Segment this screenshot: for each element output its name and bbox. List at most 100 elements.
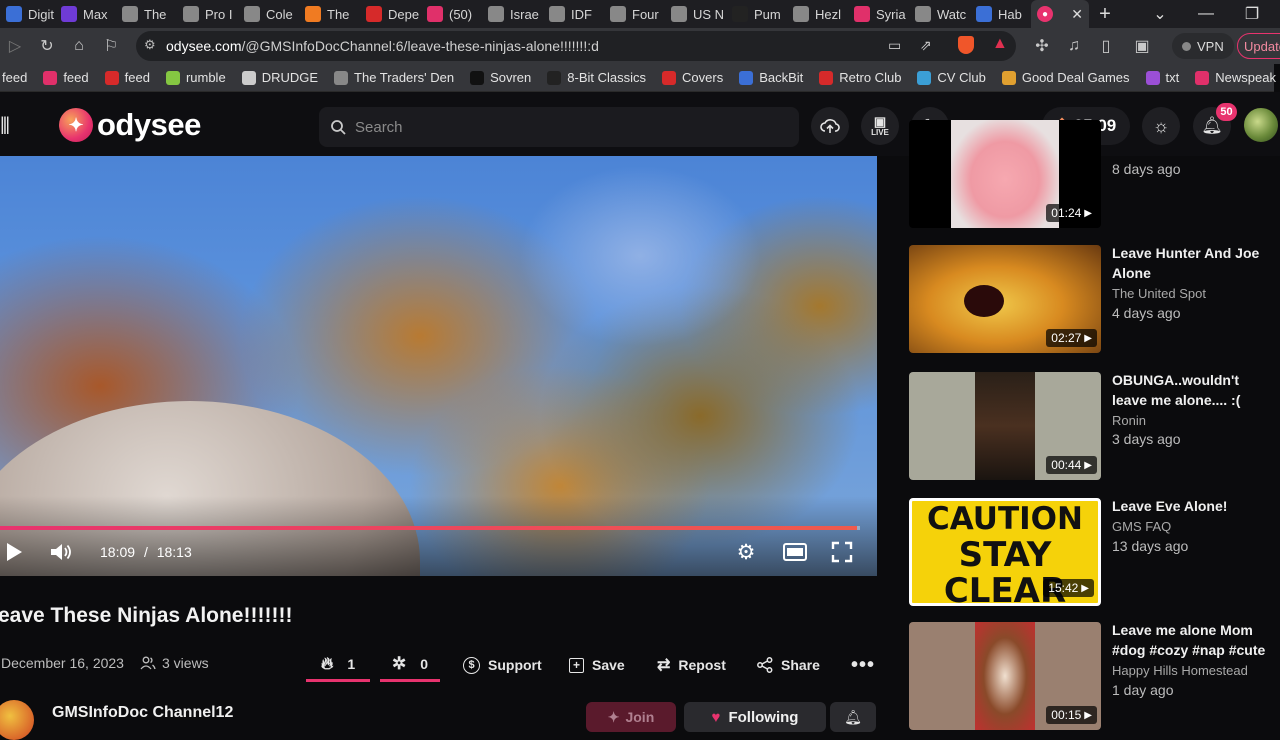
video-player[interactable] [0, 156, 877, 576]
recommendation-channel[interactable]: The United Spot [1112, 286, 1206, 301]
recommendation-channel[interactable]: GMS FAQ [1112, 519, 1171, 534]
recommendation-item[interactable]: CAUTION STAY CLEAR 15:42 ▶ Leave Eve Alon… [909, 498, 1269, 606]
bookmark-item[interactable]: Good Deal Games [994, 64, 1138, 92]
recommendation-title[interactable]: OBUNGA..wouldn't leave me alone.... :( [1112, 370, 1272, 410]
close-tab-icon[interactable]: ✕ [1071, 6, 1083, 23]
browser-tab[interactable]: Max [55, 0, 116, 28]
browser-tab[interactable]: Watc [909, 0, 970, 28]
recommendation-item[interactable]: 00:15 ▶ Leave me alone Mom #dog #cozy #na… [909, 622, 1269, 730]
recommendation-item[interactable]: 00:44 ▶ OBUNGA..wouldn't leave me alone..… [909, 372, 1269, 480]
bookmark-item[interactable]: DRUDGE [234, 64, 326, 92]
recommendation-thumbnail[interactable]: 02:27 ▶ [909, 245, 1101, 353]
logo[interactable]: ✦ odysee [59, 107, 201, 143]
browser-tab[interactable]: Hab [970, 0, 1031, 28]
theater-mode-icon[interactable] [782, 541, 808, 563]
cast-icon[interactable]: ▭ [888, 37, 901, 54]
recommendation-thumbnail[interactable]: 01:24 ▶ [909, 120, 1101, 228]
bookmark-item[interactable]: feed [97, 64, 158, 92]
browser-tab[interactable]: Israe [482, 0, 543, 28]
bookmark-item[interactable]: Retro Club [811, 64, 909, 92]
address-bar[interactable]: ⚙ odysee.com/@GMSInfoDocChannel:6/leave-… [136, 31, 1016, 61]
settings-gear-icon[interactable]: ⚙ [734, 540, 758, 564]
bookmark-item[interactable]: 8-Bit Classics [539, 64, 654, 92]
more-options-icon[interactable]: ••• [851, 648, 875, 682]
save-button[interactable]: + Save [569, 648, 625, 682]
bookmark-label: CV Club [937, 70, 986, 85]
bookmark-item[interactable]: The Traders' Den [326, 64, 462, 92]
video-progress-bar[interactable] [0, 526, 860, 530]
wallet-icon[interactable]: ▣ [1127, 31, 1157, 61]
recommendation-channel[interactable]: Ronin [1112, 413, 1146, 428]
recommendation-item[interactable]: 02:27 ▶ Leave Hunter And Joe Alone The Un… [909, 245, 1269, 353]
slime-reaction-button[interactable]: ✲ 0 [380, 648, 440, 682]
sidebar-icon[interactable]: ▯ [1091, 31, 1121, 61]
channel-avatar[interactable] [0, 700, 34, 740]
recommendation-title[interactable]: Leave Hunter And Joe Alone [1112, 243, 1272, 283]
new-tab-button[interactable]: + [1089, 0, 1121, 28]
upload-icon[interactable] [811, 107, 849, 145]
reload-icon[interactable]: ↻ [32, 31, 62, 61]
notify-bell-button[interactable]: 🔔︎ [830, 702, 876, 732]
recommendation-channel[interactable]: Happy Hills Homestead [1112, 663, 1248, 678]
search-placeholder: Search [355, 118, 403, 136]
forward-icon[interactable]: ▷ [0, 31, 30, 61]
browser-tab[interactable]: Hezl [787, 0, 848, 28]
repost-button[interactable]: ⇄ Repost [657, 648, 726, 682]
browser-tab[interactable]: US N [665, 0, 726, 28]
recommendation-title[interactable]: Leave Eve Alone! [1112, 496, 1272, 516]
recommendation-title[interactable]: Leave me alone Mom #dog #cozy #nap #cute [1112, 620, 1272, 660]
brave-shields-icon[interactable] [958, 36, 974, 54]
bookmark-item[interactable]: Covers [654, 64, 731, 92]
bookmark-item[interactable]: BackBit [731, 64, 811, 92]
browser-tab[interactable]: Syria [848, 0, 909, 28]
menu-icon[interactable]: ||| [0, 114, 10, 135]
bookmark-item[interactable]: Newspeak [1187, 64, 1280, 92]
browser-tab[interactable]: Pum [726, 0, 787, 28]
recommendation-thumbnail[interactable]: 00:15 ▶ [909, 622, 1101, 730]
media-icon[interactable]: ♫ [1059, 31, 1089, 61]
home-icon[interactable]: ⌂ [64, 31, 94, 61]
fire-reaction-button[interactable]: 🔥︎ 1 [306, 648, 370, 682]
extensions-icon[interactable]: ✣ [1027, 31, 1057, 61]
bookmark-item[interactable]: feed [35, 64, 96, 92]
restore-window-button[interactable]: ❐ [1229, 0, 1275, 28]
go-live-icon[interactable]: ▣ LIVE [861, 107, 899, 145]
search-input[interactable]: Search [319, 107, 799, 147]
camera-icon: ▣ [873, 113, 887, 129]
recommendation-thumbnail[interactable]: CAUTION STAY CLEAR 15:42 ▶ [909, 498, 1101, 606]
bookmark-item[interactable]: feed [0, 64, 35, 92]
bookmark-item[interactable]: Sovren [462, 64, 539, 92]
vpn-button[interactable]: VPN [1172, 33, 1234, 59]
tab-search-chevron-icon[interactable]: ⌄ [1137, 0, 1183, 28]
join-button[interactable]: ✦ Join [586, 702, 676, 732]
fullscreen-icon[interactable] [830, 540, 854, 564]
browser-tab[interactable]: IDF [543, 0, 604, 28]
channel-name[interactable]: GMSInfoDoc Channel12 [52, 704, 233, 722]
site-info-icon[interactable]: ⚙ [144, 37, 156, 53]
browser-tab[interactable]: Pro I [177, 0, 238, 28]
browser-tab[interactable]: Cole [238, 0, 299, 28]
recommendation-item[interactable]: 01:24 ▶ 8 days ago [909, 120, 1269, 228]
browser-tab[interactable]: Digit [0, 0, 55, 28]
active-tab[interactable]: ● ✕ [1031, 0, 1089, 28]
recommendation-thumbnail[interactable]: 00:44 ▶ [909, 372, 1101, 480]
play-button[interactable] [2, 540, 26, 564]
share-page-icon[interactable]: ⇗ [920, 37, 932, 54]
share-button[interactable]: Share [757, 648, 820, 682]
bookmark-item[interactable]: CV Club [909, 64, 993, 92]
bookmark-item[interactable]: txt [1138, 64, 1188, 92]
volume-icon[interactable] [48, 540, 74, 564]
update-button[interactable]: Update [1237, 33, 1280, 59]
bookmark-icon[interactable]: ⚐ [96, 31, 126, 61]
browser-tab[interactable]: Depe [360, 0, 421, 28]
minimize-window-button[interactable]: — [1183, 0, 1229, 28]
browser-tab[interactable]: (50) [421, 0, 482, 28]
browser-tab[interactable]: Four [604, 0, 665, 28]
support-label: Support [488, 657, 542, 673]
support-button[interactable]: $ Support [463, 648, 542, 682]
browser-tab[interactable]: The [299, 0, 360, 28]
brave-rewards-icon[interactable]: ▲ [992, 35, 1008, 53]
bookmark-item[interactable]: rumble [158, 64, 234, 92]
following-button[interactable]: ♥ Following [684, 702, 826, 732]
browser-tab[interactable]: The [116, 0, 177, 28]
